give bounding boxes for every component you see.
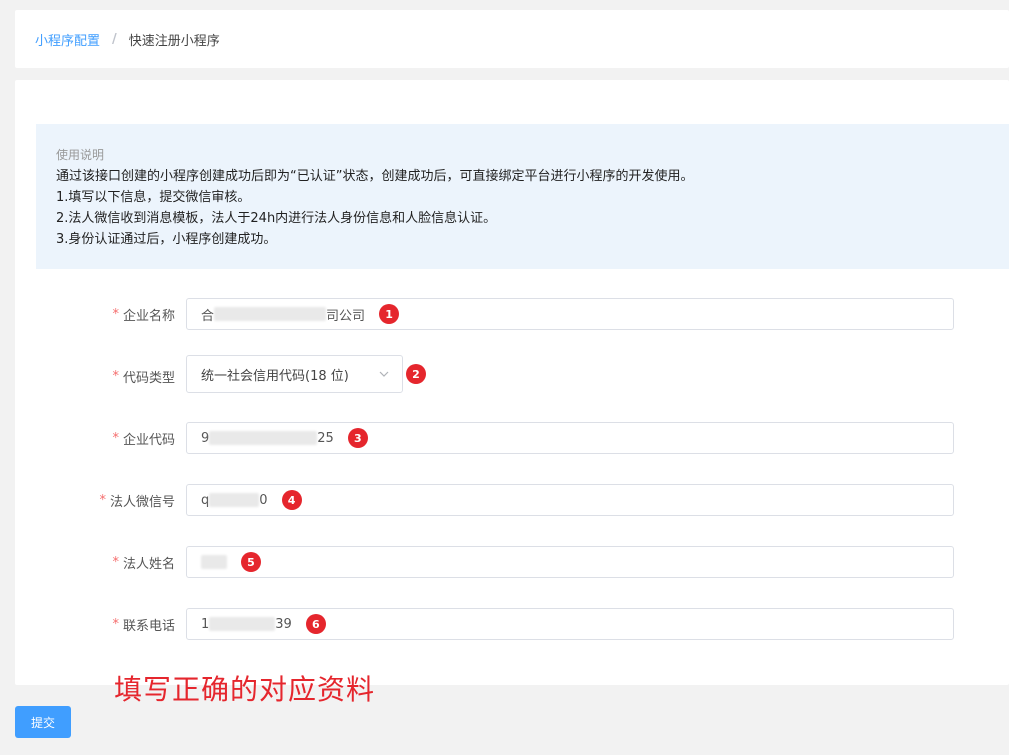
company-code-label-text: 企业代码 (122, 432, 175, 448)
breadcrumb-current: 快速注册小程序 (128, 33, 220, 49)
contact-phone-label: * 联系电话 (15, 608, 175, 640)
required-mark: * (112, 368, 119, 384)
required-mark: * (99, 492, 106, 508)
step-badge-3: 3 (347, 428, 368, 448)
company-name-value-end: 司公司 (326, 308, 366, 324)
legal-wechat-label-text: 法人微信号 (109, 494, 175, 510)
company-name-label-text: 企业名称 (122, 308, 175, 324)
step-badge-2: 2 (406, 364, 426, 384)
step-badge-4: 4 (281, 490, 302, 510)
legal-name-input[interactable]: 5 (186, 546, 954, 578)
step-badge-5: 5 (241, 552, 261, 572)
legal-name-label: * 法人姓名 (15, 546, 175, 578)
company-code-value-end: 25 (317, 430, 334, 446)
company-name-label: * 企业名称 (15, 298, 175, 330)
company-code-value-start: 9 (201, 430, 210, 446)
legal-wechat-label: * 法人微信号 (15, 484, 175, 516)
chevron-down-icon (379, 371, 389, 377)
company-code-input[interactable]: 9 25 3 (186, 422, 954, 454)
step-badge-1: 1 (379, 304, 400, 324)
required-mark: * (112, 616, 119, 632)
company-name-input[interactable]: 合 司公司 1 (186, 298, 954, 330)
code-type-label-text: 代码类型 (122, 370, 175, 386)
step-badge-6: 6 (305, 614, 326, 634)
code-type-select[interactable]: 统一社会信用代码(18 位) (186, 355, 403, 393)
legal-wechat-value-end: 0 (259, 492, 268, 508)
contact-phone-value-start: 1 (201, 616, 210, 632)
contact-phone-value-end: 39 (275, 616, 292, 632)
breadcrumb: 小程序配置 / 快速注册小程序 (15, 10, 1009, 68)
redacted-text (209, 493, 260, 507)
breadcrumb-separator: / (112, 31, 117, 47)
contact-phone-label-text: 联系电话 (122, 618, 175, 634)
code-type-value: 统一社会信用代码(18 位) (201, 368, 349, 384)
required-mark: * (112, 430, 119, 446)
submit-button[interactable]: 提交 (15, 706, 71, 738)
notice-line: 1.填写以下信息，提交微信审核。 (56, 190, 251, 205)
code-type-label: * 代码类型 (15, 360, 175, 392)
notice-line: 2.法人微信收到消息模板，法人于24h内进行法人身份信息和人脸信息认证。 (56, 211, 497, 226)
legal-name-label-text: 法人姓名 (122, 556, 175, 572)
redacted-text (201, 555, 227, 569)
breadcrumb-link-miniprogram-config[interactable]: 小程序配置 (35, 30, 100, 49)
required-mark: * (112, 554, 119, 570)
redacted-text (209, 431, 318, 445)
legal-wechat-input[interactable]: q 0 4 (186, 484, 954, 516)
usage-notice: 使用说明 通过该接口创建的小程序创建成功后即为“已认证”状态，创建成功后，可直接… (36, 124, 1009, 269)
notice-line: 3.身份认证通过后，小程序创建成功。 (56, 232, 277, 247)
redacted-text (214, 307, 327, 321)
contact-phone-input[interactable]: 1 39 6 (186, 608, 954, 640)
required-mark: * (112, 306, 119, 322)
notice-title: 使用说明 (56, 148, 105, 162)
notice-line: 通过该接口创建的小程序创建成功后即为“已认证”状态，创建成功后，可直接绑定平台进… (56, 169, 694, 184)
red-annotation-text: 填写正确的对应资料 (114, 673, 376, 706)
legal-wechat-value-start: q (201, 492, 210, 508)
company-code-label: * 企业代码 (15, 422, 175, 454)
company-name-value-start: 合 (201, 308, 215, 324)
redacted-text (209, 617, 276, 631)
form-card: 使用说明 通过该接口创建的小程序创建成功后即为“已认证”状态，创建成功后，可直接… (15, 80, 1009, 685)
